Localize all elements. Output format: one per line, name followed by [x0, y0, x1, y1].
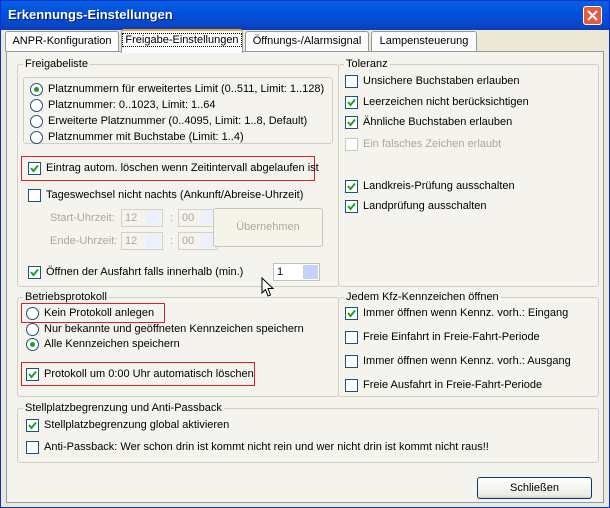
tab-lampensteuerung[interactable]: Lampensteuerung: [371, 31, 477, 51]
stellplatz-group: Stellplatzbegrenzung und Anti-Passback: [17, 402, 599, 463]
radio-dot: [30, 342, 35, 347]
dialog-window: Erkennungs-Einstellungen ANPR-Konfigurat…: [0, 0, 610, 508]
apply-button[interactable]: Übernehmen: [213, 208, 323, 247]
check-icon: [347, 309, 356, 318]
freigabeliste-title: Freigabeliste: [23, 58, 90, 70]
start-time-separator: :: [170, 212, 174, 224]
end-time-label: Ende-Uhrzeit:: [50, 235, 118, 247]
start-hour-spinner[interactable]: 12: [121, 209, 163, 227]
window-title: Erkennungs-Einstellungen: [8, 7, 173, 22]
check-icon: [28, 370, 37, 379]
tab-anpr-konfiguration[interactable]: ANPR-Konfiguration: [5, 31, 119, 51]
tab-freigabe-einstellungen[interactable]: Freigabe-Einstellungen: [121, 29, 243, 53]
check-icon: [30, 164, 39, 173]
check-icon: [28, 421, 37, 430]
radio-dot: [34, 87, 39, 92]
toleranz-title: Toleranz: [344, 58, 390, 70]
check-icon: [30, 268, 39, 277]
check-icon: [347, 98, 356, 107]
title-bar[interactable]: Erkennungs-Einstellungen: [1, 1, 609, 30]
end-time-separator: :: [170, 235, 174, 247]
stellplatz-title: Stellplatzbegrenzung und Anti-Passback: [23, 402, 224, 414]
close-window-button[interactable]: [583, 6, 602, 25]
close-button[interactable]: Schließen: [477, 477, 592, 499]
betriebsprotokoll-title: Betriebsprotokoll: [23, 291, 109, 303]
close-icon: [587, 10, 598, 21]
mouse-cursor-icon: [261, 277, 275, 297]
tab-oeffnungs-alarmsignal[interactable]: Öffnungs-/Alarmsignal: [245, 31, 369, 51]
end-minute-spinner[interactable]: 00: [178, 232, 218, 250]
check-icon: [347, 182, 356, 191]
exit-open-minutes-spinner[interactable]: 1: [273, 263, 320, 281]
tab-panel: Freigabeliste Platznummern für erweitert…: [6, 51, 604, 503]
check-icon: [347, 202, 356, 211]
start-minute-spinner[interactable]: 00: [178, 209, 218, 227]
check-icon: [347, 118, 356, 127]
start-time-label: Start-Uhrzeit:: [50, 212, 115, 224]
end-hour-spinner[interactable]: 12: [121, 232, 163, 250]
kennzeichen-oeffnen-title: Jedem Kfz-Kennzeichen öffnen: [344, 291, 501, 303]
